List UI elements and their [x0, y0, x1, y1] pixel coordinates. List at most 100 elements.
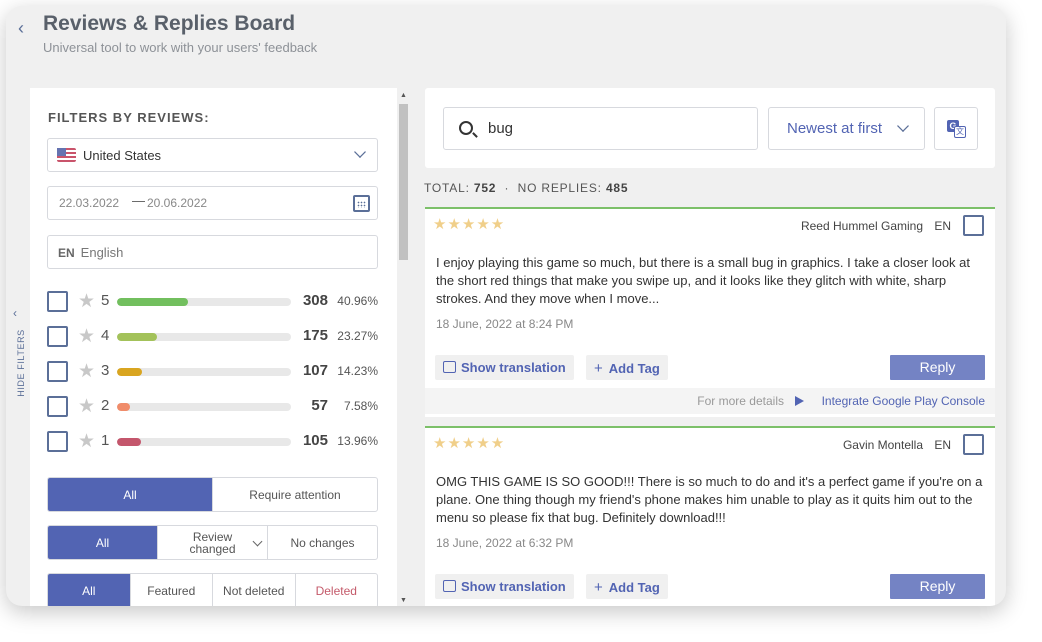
rating-bar	[117, 438, 291, 446]
rating-count: 175	[302, 327, 328, 344]
rating-bar	[117, 298, 291, 306]
more-details-text: For more details	[697, 394, 784, 408]
rating-checkbox[interactable]	[47, 326, 68, 347]
star-icon: ★	[78, 361, 96, 382]
add-tag-label: Add Tag	[608, 361, 660, 376]
review-text: OMG THIS GAME IS SO GOOD!!! There is so …	[436, 474, 983, 525]
star-icon: ★	[78, 326, 96, 347]
scroll-up-arrow-icon[interactable]: ▲	[400, 92, 407, 99]
filters-title: FILTERS BY REVIEWS:	[48, 110, 210, 125]
header: ‹ Reviews & Replies Board Universal tool…	[6, 6, 1006, 88]
filters-panel: FILTERS BY REVIEWS: United States 22.03.…	[30, 88, 397, 606]
rating-count: 107	[302, 362, 328, 379]
country-select[interactable]: United States	[47, 138, 378, 172]
calendar-icon[interactable]	[353, 195, 370, 212]
app-window: ‹ Reviews & Replies Board Universal tool…	[6, 6, 1006, 606]
rating-checkbox[interactable]	[47, 431, 68, 452]
show-translation-label: Show translation	[461, 579, 566, 594]
integrate-google-play-link[interactable]: Integrate Google Play Console	[822, 394, 985, 408]
rating-checkbox[interactable]	[47, 396, 68, 417]
chevron-left-icon: ‹	[13, 306, 17, 320]
totals-summary: TOTAL: 752 · NO REPLIES: 485	[424, 181, 628, 195]
translate-icon	[443, 361, 456, 373]
not-deleted-button[interactable]: Not deleted	[212, 574, 295, 606]
scroll-down-arrow-icon[interactable]: ▼	[400, 597, 407, 604]
reply-button[interactable]: Reply	[890, 574, 985, 599]
chevron-down-icon	[252, 536, 263, 547]
back-chevron-icon[interactable]: ‹	[18, 18, 34, 38]
review-card: ★★★★★ Reed Hummel Gaming EN I enjoy play…	[425, 207, 995, 417]
rating-percent: 14.23%	[337, 364, 378, 378]
deletion-all-button[interactable]: All	[48, 574, 130, 606]
rating-bar	[117, 368, 291, 376]
review-date: 18 June, 2022 at 6:32 PM	[436, 536, 574, 550]
rating-value: 1	[101, 432, 110, 449]
total-count: 752	[473, 181, 497, 195]
review-author: Reed Hummel Gaming	[800, 219, 923, 233]
add-tag-button[interactable]: + Add Tag	[586, 355, 668, 380]
review-text: I enjoy playing this game so much, but t…	[436, 255, 970, 306]
google-play-icon	[795, 396, 804, 406]
plus-icon: +	[594, 360, 603, 377]
review-footer: For more details Integrate Google Play C…	[425, 388, 995, 414]
review-changed-label: Review changed	[189, 529, 236, 556]
sort-select[interactable]: Newest at first	[768, 107, 925, 150]
no-replies-count: 485	[605, 181, 629, 195]
rating-count: 57	[311, 397, 328, 414]
rating-filter-row: ★ 4 175 23.27%	[47, 323, 378, 351]
review-language: EN	[934, 438, 951, 452]
featured-button[interactable]: Featured	[129, 574, 213, 606]
rating-checkbox[interactable]	[47, 361, 68, 382]
review-stars: ★★★★★	[433, 216, 506, 233]
rating-filter-row: ★ 3 107 14.23%	[47, 358, 378, 386]
filters-scrollbar[interactable]: ▲ ▼	[397, 88, 410, 606]
changes-all-button[interactable]: All	[48, 526, 157, 559]
show-translation-button[interactable]: Show translation	[435, 355, 574, 380]
rating-checkbox[interactable]	[47, 291, 68, 312]
reply-button[interactable]: Reply	[890, 355, 985, 380]
deletion-filter: All Featured Not deleted Deleted	[47, 573, 378, 606]
rating-value: 2	[101, 397, 110, 414]
require-attention-button[interactable]: Require attention	[212, 478, 377, 511]
translate-icon: G文	[947, 120, 967, 138]
review-checkbox[interactable]	[963, 215, 984, 236]
add-tag-label: Add Tag	[608, 580, 660, 595]
rating-bar-fill	[117, 333, 158, 341]
scrollbar-thumb[interactable]	[399, 104, 408, 260]
translate-button[interactable]: G文	[934, 107, 978, 150]
search-bar: bug Newest at first G文	[425, 88, 995, 168]
rating-percent: 40.96%	[337, 294, 378, 308]
sort-value: Newest at first	[787, 120, 883, 137]
search-value: bug	[488, 120, 514, 137]
date-to: 20.06.2022	[147, 196, 208, 210]
date-range-picker[interactable]: 22.03.2022 — 20.06.2022	[47, 186, 378, 220]
attention-all-button[interactable]: All	[48, 478, 212, 511]
search-input[interactable]: bug	[443, 107, 758, 150]
changes-filter: All Review changed No changes	[47, 525, 378, 560]
chevron-down-icon	[897, 120, 909, 132]
review-checkbox[interactable]	[963, 434, 984, 455]
language-code: EN	[58, 246, 75, 260]
rating-count: 105	[302, 432, 328, 449]
no-replies-label: NO REPLIES:	[517, 181, 602, 195]
date-from: 22.03.2022	[59, 196, 120, 210]
no-changes-button[interactable]: No changes	[267, 526, 377, 559]
review-stars: ★★★★★	[433, 435, 506, 452]
deleted-button[interactable]: Deleted	[294, 574, 378, 606]
language-select[interactable]: EN English	[47, 235, 378, 269]
review-changed-dropdown[interactable]: Review changed	[157, 526, 267, 559]
country-value: United States	[83, 148, 162, 163]
rating-percent: 7.58%	[343, 399, 378, 413]
review-card: ★★★★★ Gavin Montella EN OMG THIS GAME IS…	[425, 426, 995, 606]
total-label: TOTAL:	[424, 181, 470, 195]
add-tag-button[interactable]: + Add Tag	[586, 574, 668, 599]
rating-bar-fill	[117, 368, 142, 376]
hide-filters-toggle[interactable]: ‹ HIDE FILTERS	[6, 88, 30, 606]
us-flag-icon	[57, 148, 76, 162]
rating-percent: 23.27%	[337, 329, 378, 343]
show-translation-label: Show translation	[461, 360, 566, 375]
show-translation-button[interactable]: Show translation	[435, 574, 574, 599]
totals-separator: ·	[504, 181, 510, 195]
rating-value: 3	[101, 362, 110, 379]
search-icon	[459, 121, 473, 135]
